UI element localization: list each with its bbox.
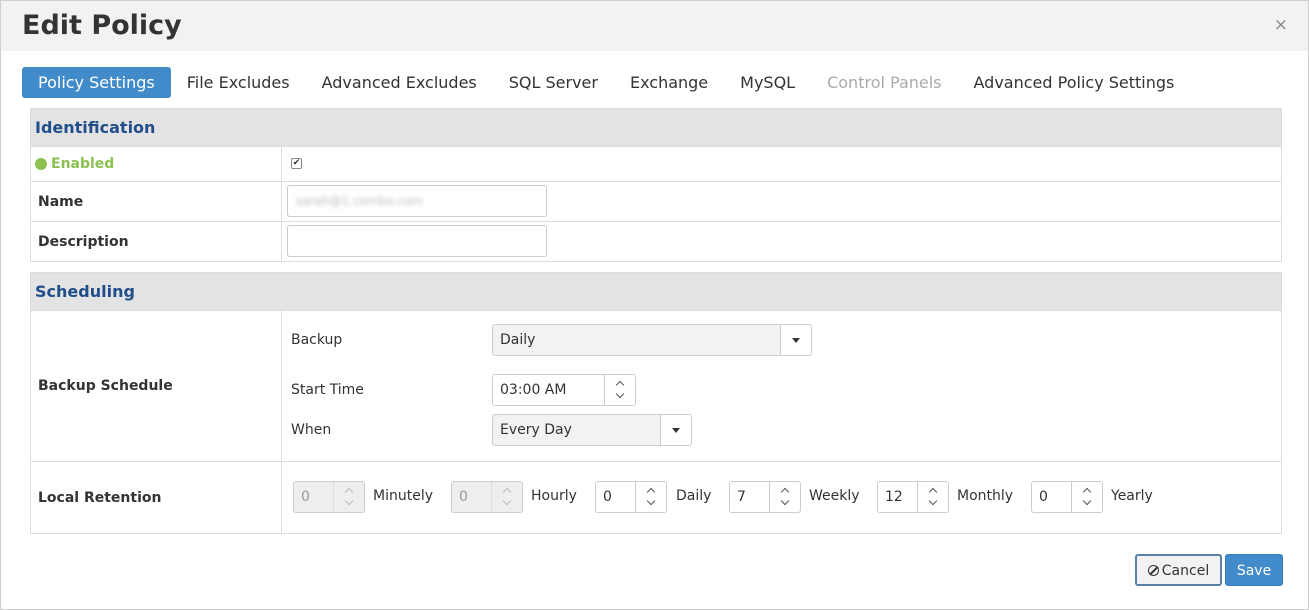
weekly-stepper[interactable] — [769, 482, 800, 512]
chevron-up-icon[interactable] — [929, 487, 937, 495]
chevron-up-icon[interactable] — [1083, 487, 1091, 495]
yearly-stepper[interactable] — [1071, 482, 1102, 512]
hourly-label: Hourly — [531, 488, 577, 504]
monthly-input[interactable]: 12 — [877, 481, 949, 513]
start-time-input[interactable]: 03:00 AM — [492, 374, 636, 406]
start-time-value: 03:00 AM — [500, 382, 567, 398]
monthly-label: Monthly — [957, 488, 1014, 504]
minutely-label: Minutely — [373, 488, 433, 504]
save-button[interactable]: Save — [1225, 554, 1283, 586]
tab-mysql[interactable]: MySQL — [724, 67, 811, 98]
chevron-down-icon[interactable] — [929, 499, 937, 507]
tab-file-excludes[interactable]: File Excludes — [171, 67, 306, 98]
weekly-value: 7 — [737, 489, 746, 505]
identification-heading: Identification — [31, 109, 1281, 147]
chevron-up-icon — [503, 487, 511, 495]
minutely-stepper — [333, 482, 364, 512]
scheduling-heading: Scheduling — [31, 273, 1281, 311]
backup-schedule-content: Backup Daily Start Time 03:00 AM When Ev… — [283, 311, 1281, 461]
cancel-button[interactable]: Cancel — [1135, 554, 1222, 586]
ban-icon — [1147, 565, 1159, 576]
caret-down-icon — [672, 428, 680, 433]
name-content: sarah@1.combo.com — [283, 182, 1281, 221]
identification-panel: Identification Enabled ✔ Name sarah@1.co… — [30, 108, 1282, 262]
caret-down-icon — [792, 338, 800, 343]
when-label: When — [291, 422, 332, 438]
yearly-label: Yearly — [1111, 488, 1153, 504]
chevron-up-icon[interactable] — [647, 487, 655, 495]
modal-header: Edit Policy × — [1, 1, 1308, 51]
chevron-down-icon[interactable] — [1083, 499, 1091, 507]
daily-input[interactable]: 0 — [595, 481, 667, 513]
name-input[interactable]: sarah@1.combo.com — [287, 185, 547, 217]
start-time-label: Start Time — [291, 382, 364, 398]
description-input[interactable] — [287, 225, 547, 257]
description-row: Description — [31, 222, 1281, 262]
enabled-content: ✔ — [283, 147, 1281, 181]
chevron-up-icon[interactable] — [616, 380, 624, 388]
backup-label: Backup — [291, 332, 343, 348]
minutely-value: 0 — [301, 489, 310, 505]
when-dropdown-toggle[interactable] — [660, 415, 691, 445]
when-value: Every Day — [500, 422, 572, 438]
tab-sql-server[interactable]: SQL Server — [493, 67, 614, 98]
backup-value: Daily — [500, 332, 536, 348]
daily-value: 0 — [603, 489, 612, 505]
modal-title: Edit Policy — [22, 10, 182, 41]
weekly-input[interactable]: 7 — [729, 481, 801, 513]
yearly-input[interactable]: 0 — [1031, 481, 1103, 513]
backup-schedule-row: Backup Schedule Backup Daily Start Time … — [31, 311, 1281, 462]
weekly-label: Weekly — [809, 488, 860, 504]
when-select[interactable]: Every Day — [492, 414, 692, 446]
edit-policy-modal: Edit Policy × Policy Settings File Exclu… — [0, 0, 1309, 610]
monthly-stepper[interactable] — [917, 482, 948, 512]
cancel-button-label: Cancel — [1161, 563, 1210, 579]
policy-tabs: Policy Settings File Excludes Advanced E… — [22, 67, 1190, 98]
enabled-label: Enabled — [51, 156, 115, 172]
status-dot-icon — [35, 158, 47, 170]
chevron-down-icon[interactable] — [781, 499, 789, 507]
name-row: Name sarah@1.combo.com — [31, 182, 1281, 222]
chevron-down-icon — [503, 499, 511, 507]
enabled-row: Enabled ✔ — [31, 147, 1281, 182]
tab-policy-settings[interactable]: Policy Settings — [22, 67, 171, 98]
tab-control-panels: Control Panels — [827, 73, 942, 92]
backup-dropdown-toggle[interactable] — [780, 325, 811, 355]
chevron-down-icon[interactable] — [647, 499, 655, 507]
tab-advanced-excludes[interactable]: Advanced Excludes — [306, 67, 493, 98]
local-retention-label: Local Retention — [31, 462, 282, 533]
chevron-up-icon[interactable] — [781, 487, 789, 495]
monthly-value: 12 — [885, 489, 903, 505]
tab-exchange[interactable]: Exchange — [614, 67, 724, 98]
hourly-input: 0 — [451, 481, 523, 513]
enabled-label-cell: Enabled — [31, 147, 282, 181]
hourly-value: 0 — [459, 489, 468, 505]
chevron-down-icon — [345, 499, 353, 507]
description-content — [283, 222, 1281, 262]
minutely-input: 0 — [293, 481, 365, 513]
enabled-checkbox[interactable]: ✔ — [291, 158, 302, 169]
chevron-down-icon[interactable] — [616, 392, 624, 400]
chevron-up-icon — [345, 487, 353, 495]
local-retention-content: 0 Minutely 0 Hourly 0 Daily 7 Weekly 12 … — [283, 462, 1281, 533]
description-label: Description — [31, 222, 282, 262]
tab-advanced-policy-settings[interactable]: Advanced Policy Settings — [958, 67, 1191, 98]
backup-schedule-label: Backup Schedule — [31, 311, 282, 461]
local-retention-row: Local Retention 0 Minutely 0 Hourly 0 Da… — [31, 462, 1281, 533]
yearly-value: 0 — [1039, 489, 1048, 505]
modal-body: Policy Settings File Excludes Advanced E… — [1, 51, 1308, 609]
close-icon[interactable]: × — [1274, 15, 1288, 35]
hourly-stepper — [491, 482, 522, 512]
daily-label: Daily — [676, 488, 712, 504]
backup-select[interactable]: Daily — [492, 324, 812, 356]
start-time-stepper[interactable] — [604, 375, 635, 405]
name-label: Name — [31, 182, 282, 221]
name-value: sarah@1.combo.com — [296, 194, 423, 208]
scheduling-panel: Scheduling Backup Schedule Backup Daily … — [30, 272, 1282, 534]
daily-stepper[interactable] — [635, 482, 666, 512]
